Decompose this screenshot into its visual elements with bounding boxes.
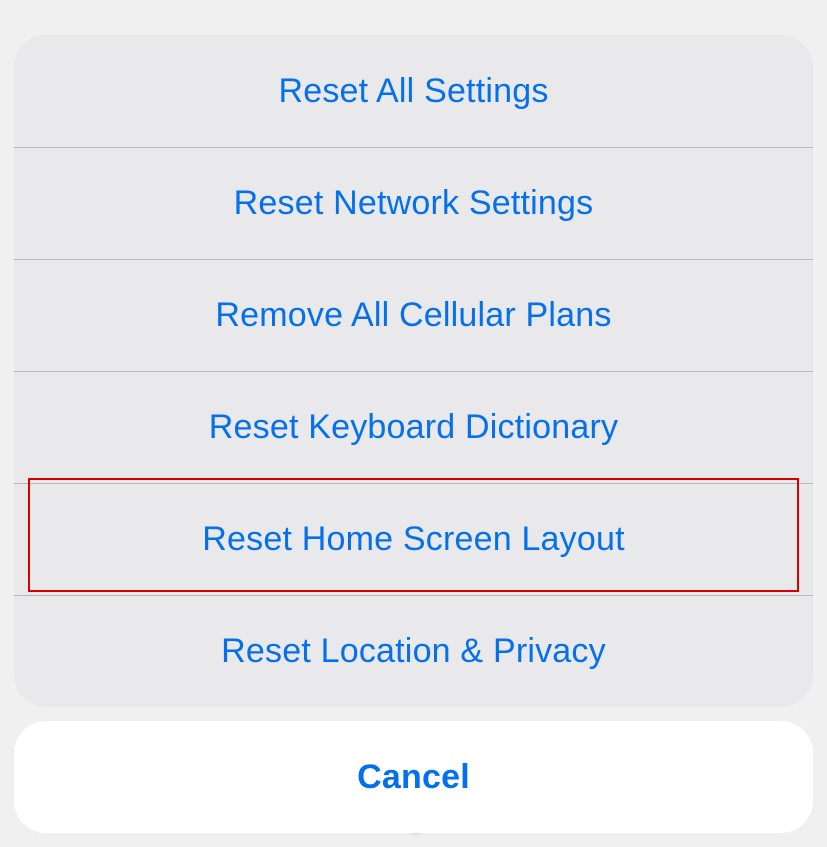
reset-all-settings-button[interactable]: Reset All Settings: [14, 35, 813, 147]
cancel-container: Cancel: [14, 721, 813, 833]
reset-location-privacy-button[interactable]: Reset Location & Privacy: [14, 595, 813, 707]
action-label: Reset Location & Privacy: [221, 632, 606, 671]
cancel-button[interactable]: Cancel: [14, 721, 813, 833]
action-label: Remove All Cellular Plans: [215, 296, 611, 335]
action-label: Reset All Settings: [278, 72, 548, 111]
cancel-label: Cancel: [357, 758, 470, 797]
reset-keyboard-dictionary-button[interactable]: Reset Keyboard Dictionary: [14, 371, 813, 483]
remove-all-cellular-plans-button[interactable]: Remove All Cellular Plans: [14, 259, 813, 371]
action-label: Reset Network Settings: [234, 184, 594, 223]
action-label: Reset Keyboard Dictionary: [209, 408, 618, 447]
action-label: Reset Home Screen Layout: [202, 520, 624, 559]
action-sheet: Reset All Settings Reset Network Setting…: [14, 35, 813, 707]
reset-network-settings-button[interactable]: Reset Network Settings: [14, 147, 813, 259]
action-sheet-container: Reset All Settings Reset Network Setting…: [14, 0, 813, 833]
reset-home-screen-layout-button[interactable]: Reset Home Screen Layout: [14, 483, 813, 595]
